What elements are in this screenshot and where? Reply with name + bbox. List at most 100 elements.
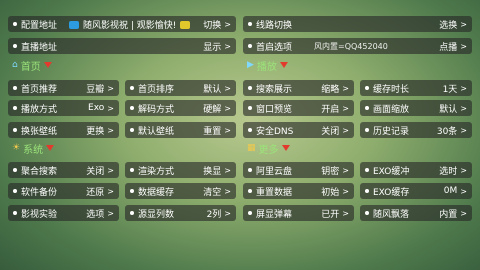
row-label: 画面缩放 — [373, 104, 410, 115]
bullet-icon — [130, 106, 134, 110]
more-icon: ▦ — [247, 143, 256, 153]
row-label: 软件备份 — [21, 187, 58, 198]
chevron-right-icon: > — [460, 165, 467, 175]
row-value: 关闭 — [86, 166, 105, 177]
bullet-icon — [13, 22, 17, 26]
render-mode-row[interactable]: 渲染方式 换显 > — [125, 162, 236, 178]
row-label: 渲染方式 — [138, 166, 175, 177]
chevron-right-icon: > — [342, 165, 349, 175]
row-value: 选时 — [439, 166, 458, 177]
row-value: 默认 — [203, 84, 222, 95]
line-switch-row[interactable]: 线路切换 选换 > — [243, 16, 472, 32]
danmaku-row[interactable]: 屏显弹幕 已开 > — [243, 205, 354, 221]
play-mode-row[interactable]: 播放方式 Exo > — [8, 100, 119, 116]
row-label: 直播地址 — [21, 42, 58, 53]
row-label: 数据缓存 — [138, 187, 175, 198]
section-header-system: ☀ 系统 — [12, 141, 55, 156]
row-label: 聚合搜索 — [21, 166, 58, 177]
config-motto: 随风影视祝 | 观影愉快! — [83, 20, 177, 31]
bullet-icon — [13, 128, 17, 132]
data-cache-row[interactable]: 数据缓存 清空 > — [125, 183, 236, 199]
bullet-icon — [13, 211, 17, 215]
picture-scale-row[interactable]: 画面缩放 默认 > — [360, 100, 472, 116]
window-preview-row[interactable]: 窗口预览 开启 > — [243, 100, 354, 116]
row-value: 开启 — [321, 104, 340, 115]
triangle-down-icon — [46, 145, 55, 151]
row-label: EXO缓冲 — [373, 166, 410, 177]
startup-option-row[interactable]: 首启选项 风内置=QQ452040 点播 > — [243, 38, 472, 54]
chevron-right-icon: > — [460, 125, 467, 135]
software-backup-row[interactable]: 软件备份 还原 > — [8, 183, 119, 199]
triangle-down-icon — [281, 145, 290, 151]
row-value: 2列 — [206, 209, 222, 220]
row-value: 选项 — [86, 209, 105, 220]
config-address-row[interactable]: 配置地址 随风影视祝 | 观影愉快! 切换 > — [8, 16, 236, 32]
chevron-right-icon: > — [224, 208, 231, 218]
row-value: 显示 — [203, 42, 222, 53]
aggregate-search-row[interactable]: 聚合搜索 关闭 > — [8, 162, 119, 178]
chevron-right-icon: > — [342, 103, 349, 113]
exo-cache-row[interactable]: EXO缓存 0M > — [360, 183, 472, 199]
chevron-right-icon: > — [107, 103, 114, 113]
reset-data-row[interactable]: 重置数据 初始 > — [243, 183, 354, 199]
row-label: 源显列数 — [138, 209, 175, 220]
bullet-icon — [13, 189, 17, 193]
chevron-right-icon: > — [224, 165, 231, 175]
row-label: 随风飘落 — [373, 209, 410, 220]
wind-fall-row[interactable]: 随风飘落 内置 > — [360, 205, 472, 221]
play-icon: ▶ — [247, 60, 254, 70]
row-label: 解码方式 — [138, 104, 175, 115]
bullet-icon — [365, 128, 369, 132]
row-label: 首启选项 — [256, 42, 293, 53]
chevron-right-icon: > — [342, 208, 349, 218]
secure-dns-row[interactable]: 安全DNS 关闭 > — [243, 122, 354, 138]
default-wallpaper-row[interactable]: 默认壁纸 重置 > — [125, 122, 236, 138]
row-value: 更换 — [86, 126, 105, 137]
chevron-right-icon: > — [107, 186, 114, 196]
row-label: 播放方式 — [21, 104, 58, 115]
bullet-icon — [248, 44, 252, 48]
section-title: 首页 — [20, 61, 41, 73]
row-value: 切换 — [203, 20, 222, 31]
row-value: 选换 — [439, 20, 458, 31]
row-label: EXO缓存 — [373, 187, 410, 198]
exo-buffer-row[interactable]: EXO缓冲 选时 > — [360, 162, 472, 178]
chevron-right-icon: > — [224, 41, 231, 51]
row-value: 内置 — [439, 209, 458, 220]
row-value: 点播 — [439, 42, 458, 53]
bullet-icon — [365, 189, 369, 193]
row-value: 硬解 — [203, 104, 222, 115]
bullet-icon — [248, 128, 252, 132]
chevron-right-icon: > — [224, 103, 231, 113]
search-display-row[interactable]: 搜索展示 缩略 > — [243, 80, 354, 96]
home-recommend-row[interactable]: 首页推荐 豆瓣 > — [8, 80, 119, 96]
row-label: 窗口预览 — [256, 104, 293, 115]
bullet-icon — [13, 44, 17, 48]
source-columns-row[interactable]: 源显列数 2列 > — [125, 205, 236, 221]
row-label: 阿里云盘 — [256, 166, 293, 177]
home-sort-row[interactable]: 首页排序 默认 > — [125, 80, 236, 96]
cache-duration-row[interactable]: 缓存时长 1天 > — [360, 80, 472, 96]
chevron-right-icon: > — [107, 125, 114, 135]
video-lab-row[interactable]: 影视实验 选项 > — [8, 205, 119, 221]
row-value: 清空 — [203, 187, 222, 198]
triangle-down-icon — [43, 62, 52, 68]
chevron-right-icon: > — [460, 103, 467, 113]
history-row[interactable]: 历史记录 30条 > — [360, 122, 472, 138]
chevron-right-icon: > — [224, 186, 231, 196]
row-value: 缩略 — [321, 84, 340, 95]
chevron-right-icon: > — [460, 19, 467, 29]
aliyun-drive-row[interactable]: 阿里云盘 钥密 > — [243, 162, 354, 178]
section-header-playback: ▶ 播放 — [247, 58, 288, 73]
bullet-icon — [365, 86, 369, 90]
row-value: 关闭 — [321, 126, 340, 137]
bullet-icon — [13, 168, 17, 172]
chevron-right-icon: > — [224, 83, 231, 93]
change-wallpaper-row[interactable]: 换张壁纸 更换 > — [8, 122, 119, 138]
bullet-icon — [130, 211, 134, 215]
bullet-icon — [248, 189, 252, 193]
live-address-row[interactable]: 直播地址 显示 > — [8, 38, 236, 54]
bullet-icon — [130, 189, 134, 193]
row-label: 首页推荐 — [21, 84, 58, 95]
decode-mode-row[interactable]: 解码方式 硬解 > — [125, 100, 236, 116]
